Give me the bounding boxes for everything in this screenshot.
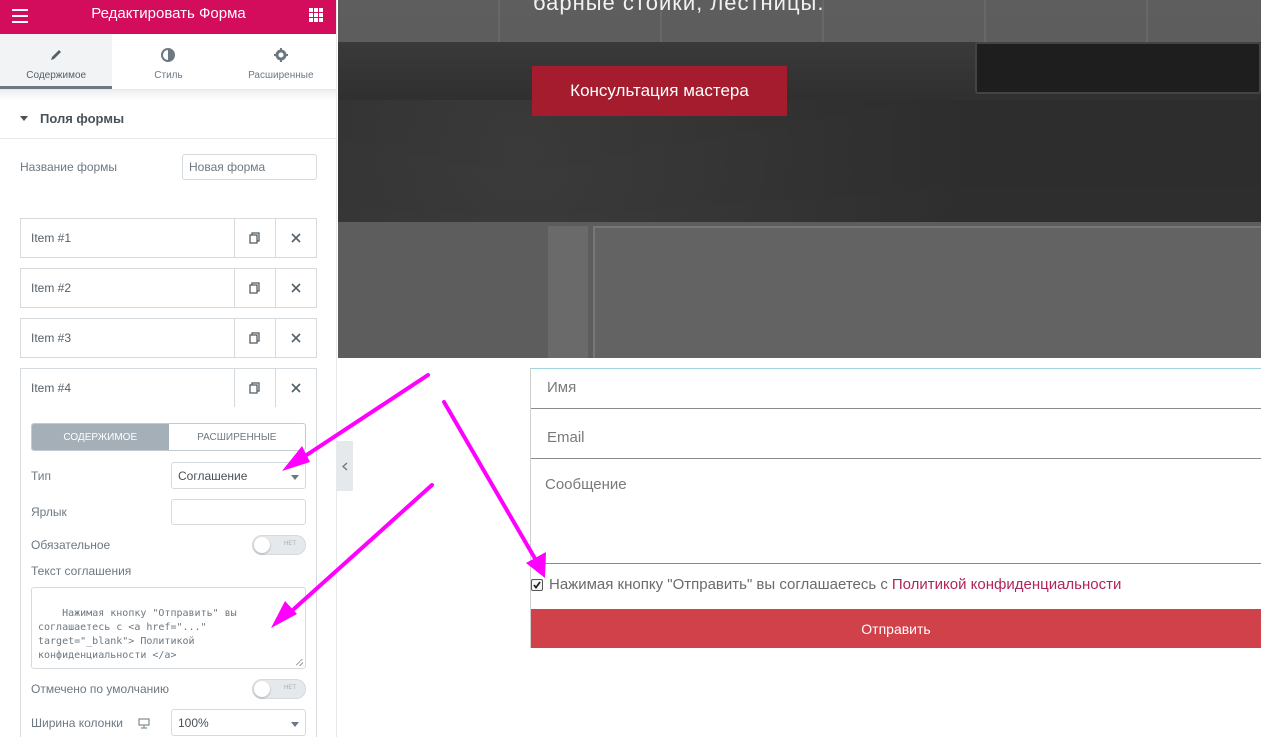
toggle-knob	[254, 681, 270, 697]
required-label: Обязательное	[31, 538, 111, 552]
repeater-item-2[interactable]: Item #2	[20, 268, 317, 308]
required-toggle[interactable]: НЕТ	[252, 535, 306, 555]
close-icon[interactable]	[275, 269, 316, 307]
column-width-value: 100%	[178, 715, 209, 730]
contact-form: Имя Email Сообщение Нажимая кнопку "Отпр…	[530, 368, 1261, 648]
label-input[interactable]	[171, 499, 306, 525]
item-tabs: СОДЕРЖИМОЕ РАСШИРЕННЫЕ	[31, 423, 306, 451]
tab-content-label: Содержимое	[26, 70, 87, 81]
tab-advanced[interactable]: Расширенные	[225, 34, 336, 89]
hero-sink	[975, 42, 1261, 94]
close-icon[interactable]	[275, 219, 316, 257]
name-input[interactable]: Имя	[531, 368, 1261, 409]
privacy-policy-link[interactable]: Политикой конфиденциальности	[892, 576, 1122, 593]
collapse-panel-button[interactable]	[337, 441, 353, 491]
duplicate-icon[interactable]	[234, 369, 275, 407]
half-circle-icon	[112, 46, 224, 64]
tabs-divider	[0, 90, 336, 100]
toggle-knob	[254, 537, 270, 553]
chevron-left-icon	[342, 461, 348, 471]
section-title: Поля формы	[40, 111, 125, 126]
tab-advanced-label: Расширенные	[248, 70, 314, 81]
default-checked-toggle[interactable]: НЕТ	[252, 679, 306, 699]
agreement-text-label: Текст соглашения	[31, 564, 132, 578]
repeater-item-4[interactable]: Item #4	[20, 368, 317, 408]
repeater-item-title: Item #3	[31, 331, 72, 345]
submit-button[interactable]: Отправить	[531, 609, 1261, 648]
tab-style-label: Стиль	[154, 70, 183, 81]
duplicate-icon[interactable]	[234, 269, 275, 307]
toggle-state: НЕТ	[284, 685, 296, 691]
message-placeholder: Сообщение	[545, 476, 627, 493]
section-form-fields[interactable]: Поля формы	[0, 100, 336, 139]
duplicate-icon[interactable]	[234, 319, 275, 357]
tab-style[interactable]: Стиль	[112, 34, 224, 89]
form-name-label: Название формы	[20, 160, 118, 174]
hero-section: барные стойки, лестницы. Консультация ма…	[338, 0, 1261, 358]
hero-tagline: барные стойки, лестницы.	[533, 0, 825, 15]
message-textarea[interactable]: Сообщение	[531, 459, 1261, 564]
agreement-textarea[interactable]: Нажимая кнопку "Отправить" вы соглашаете…	[31, 587, 306, 669]
item-tab-advanced[interactable]: РАСШИРЕННЫЕ	[169, 424, 306, 450]
hero-granite-front	[338, 100, 1261, 230]
page-preview: барные стойки, лестницы. Консультация ма…	[337, 0, 1261, 737]
type-label: Тип	[31, 469, 52, 483]
caret-down-icon	[291, 475, 299, 480]
resize-grip-icon[interactable]	[296, 659, 303, 666]
duplicate-icon[interactable]	[234, 219, 275, 257]
agreement-textarea-value: Нажимая кнопку "Отправить" вы соглашаете…	[38, 608, 237, 661]
agreement-checkbox[interactable]	[531, 578, 543, 591]
agreement-row: Нажимая кнопку "Отправить" вы соглашаете…	[531, 576, 1121, 593]
pencil-icon	[0, 46, 112, 64]
hero-cabinet-door	[593, 226, 1261, 358]
form-name-value: Новая форма	[189, 160, 266, 174]
repeater-item-1[interactable]: Item #1	[20, 218, 317, 258]
caret-down-icon	[291, 722, 299, 727]
repeater-item-title: Item #4	[31, 381, 72, 395]
label-label: Ярлык	[31, 505, 67, 519]
panel-tabs: Содержимое Стиль Расширенные	[0, 34, 336, 90]
widgets-grid-icon[interactable]	[309, 8, 323, 22]
default-checked-label: Отмечено по умолчанию	[31, 682, 169, 696]
caret-down-icon	[20, 116, 28, 121]
check-icon	[533, 580, 541, 589]
editor-panel: Редактировать Форма Содержимое Стиль Рас…	[0, 0, 337, 737]
close-icon[interactable]	[275, 369, 316, 407]
repeater-item-title: Item #1	[31, 231, 72, 245]
name-placeholder: Имя	[547, 379, 577, 396]
toggle-state: НЕТ	[284, 541, 296, 547]
agreement-text: Нажимая кнопку "Отправить" вы соглашаете…	[549, 576, 888, 593]
gear-icon	[225, 46, 336, 64]
type-select[interactable]: Соглашение	[171, 462, 306, 489]
panel-title: Редактировать Форма	[91, 5, 246, 22]
panel-header: Редактировать Форма	[0, 0, 336, 34]
email-placeholder: Email	[547, 429, 585, 446]
column-width-label: Ширина колонки	[31, 716, 123, 730]
hero-post	[548, 226, 588, 358]
repeater-item-title: Item #2	[31, 281, 72, 295]
close-icon[interactable]	[275, 319, 316, 357]
item-tab-content[interactable]: СОДЕРЖИМОЕ	[32, 424, 169, 450]
repeater-item-3[interactable]: Item #3	[20, 318, 317, 358]
column-width-select[interactable]: 100%	[171, 709, 306, 736]
form-name-input[interactable]: Новая форма	[182, 154, 317, 180]
consultation-button[interactable]: Консультация мастера	[532, 66, 787, 116]
email-input[interactable]: Email	[531, 409, 1261, 459]
type-select-value: Соглашение	[178, 468, 248, 483]
desktop-icon[interactable]	[138, 716, 150, 734]
tab-content[interactable]: Содержимое	[0, 34, 113, 89]
